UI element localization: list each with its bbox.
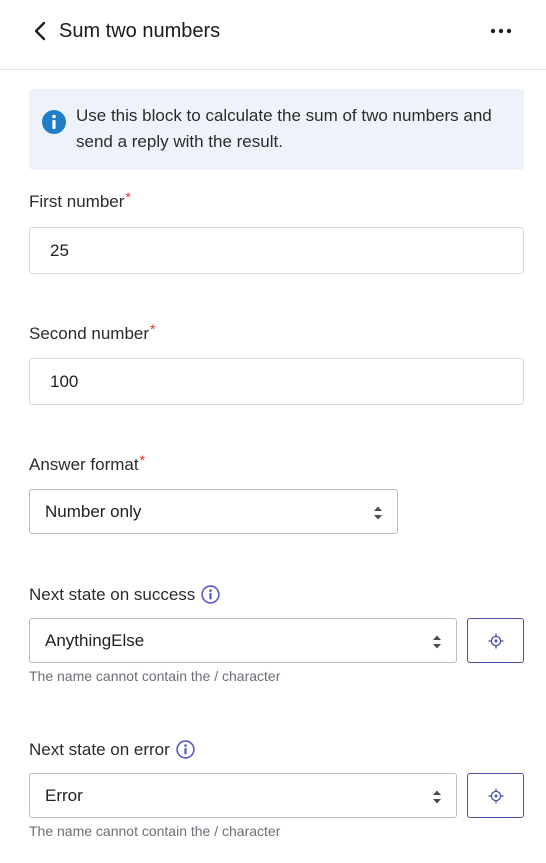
answer-format-label-text: Answer format	[29, 455, 139, 474]
next-state-success-hint: The name cannot contain the / character	[29, 668, 281, 684]
answer-format-label: Answer format *	[29, 452, 145, 476]
sort-arrows-icon	[374, 506, 382, 520]
page-title: Sum two numbers	[59, 20, 221, 42]
next-state-success-label: Next state on success	[29, 584, 221, 606]
next-state-error-label-text: Next state on error	[29, 740, 170, 759]
first-number-input[interactable]	[29, 227, 524, 274]
crosshair-icon	[488, 633, 503, 648]
back-button[interactable]	[28, 19, 52, 43]
chevron-left-icon	[34, 21, 46, 41]
header-bar: Sum two numbers	[0, 0, 546, 70]
next-state-success-label-text: Next state on success	[29, 585, 196, 604]
second-number-label-text: Second number	[29, 324, 150, 343]
second-number-input[interactable]	[29, 358, 524, 405]
required-mark: *	[125, 189, 131, 205]
locate-state-error-button[interactable]	[467, 773, 524, 818]
next-state-success-selected-value: AnythingElse	[45, 631, 145, 650]
sort-arrows-icon	[433, 790, 441, 804]
next-state-success-select[interactable]: AnythingElse	[29, 618, 457, 663]
info-banner: Use this block to calculate the sum of t…	[29, 89, 524, 170]
answer-format-selected-value: Number only	[45, 502, 142, 521]
next-state-error-hint: The name cannot contain the / character	[29, 823, 281, 839]
required-mark: *	[139, 452, 146, 468]
more-horizontal-icon	[490, 28, 512, 34]
locate-state-success-button[interactable]	[467, 618, 524, 663]
second-number-label: Second number *	[29, 321, 155, 345]
next-state-error-label: Next state on error	[29, 739, 195, 761]
next-state-error-selected-value: Error	[45, 786, 83, 805]
info-text: Use this block to calculate the sum of t…	[76, 106, 492, 151]
crosshair-icon	[488, 788, 503, 803]
info-icon	[42, 110, 66, 134]
first-number-label: First number *	[29, 189, 131, 213]
answer-format-select[interactable]: Number only	[29, 489, 398, 534]
next-state-error-select[interactable]: Error	[29, 773, 457, 818]
more-options-button[interactable]	[487, 19, 515, 43]
sort-arrows-icon	[433, 635, 441, 649]
required-mark: *	[150, 321, 156, 337]
info-circle-icon[interactable]	[201, 585, 221, 604]
info-circle-icon[interactable]	[176, 740, 195, 759]
first-number-label-text: First number	[29, 192, 125, 211]
